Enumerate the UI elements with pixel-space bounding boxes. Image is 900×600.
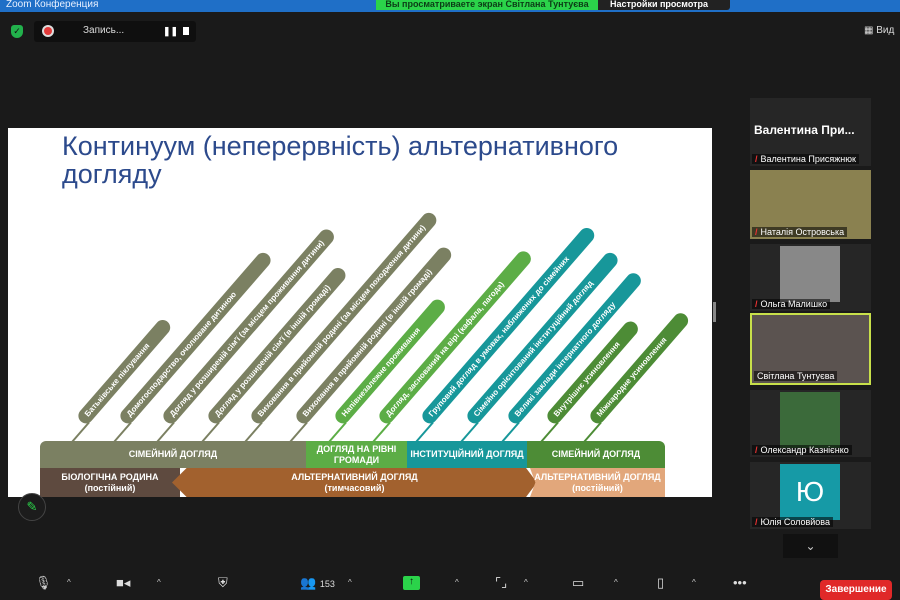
mic-muted-icon: /	[755, 299, 758, 309]
participant-tile[interactable]: / Наталія Островська	[750, 170, 871, 239]
mic-muted-icon: /	[755, 517, 758, 527]
participant-name: / Юлія Соловйова	[752, 517, 833, 527]
bar-alt-permanent: АЛЬТЕРНАТИВНИЙ ДОГЛЯД (постійний)	[530, 468, 665, 497]
participant-avatar: Ю	[780, 464, 840, 520]
participant-tile[interactable]: / Олександр Казнієнко	[750, 390, 871, 457]
slide-title: Континуум (неперервність) альтернативног…	[62, 131, 619, 189]
audio-options-caret[interactable]: ^	[67, 578, 71, 587]
reactions-button[interactable]: ⌜⌟	[495, 575, 507, 591]
mic-muted-icon: /	[755, 154, 758, 164]
security-icon[interactable]: ⛨	[218, 575, 228, 591]
panel-resize-handle[interactable]	[713, 302, 716, 322]
mic-muted-icon: /	[755, 445, 758, 455]
mic-muted-icon: /	[755, 227, 758, 237]
record-icon	[44, 27, 52, 35]
participant-photo	[780, 392, 840, 448]
participant-big-name: Валентина При...	[754, 123, 855, 137]
alt-temp-label: АЛЬТЕРНАТИВНИЙ ДОГЛЯД	[291, 471, 418, 482]
notes-caret[interactable]: ^	[692, 578, 696, 587]
share-screen-button[interactable]: ↑	[403, 576, 420, 590]
share-caret[interactable]: ^	[455, 578, 459, 587]
bar-alt-temporary: АЛЬТЕРНАТИВНИЙ ДОГЛЯД (тимчасовий)	[172, 468, 537, 497]
active-speaker-tile[interactable]: Світлана Тунтуєва	[750, 313, 871, 385]
meeting-toolbar	[0, 565, 900, 600]
view-label: Вид	[876, 25, 895, 36]
reactions-caret[interactable]: ^	[524, 578, 528, 587]
end-meeting-button[interactable]: Завершение	[820, 580, 892, 600]
participant-tile[interactable]: / Ольга Малишко	[750, 244, 871, 311]
view-button[interactable]: ▦ Вид	[864, 25, 894, 36]
video-button[interactable]: ■◂	[116, 575, 130, 591]
alt-perm-sub: (постійний)	[572, 482, 623, 493]
more-button[interactable]: •••	[733, 575, 747, 590]
recording-status: Запись...	[83, 25, 125, 36]
apps-caret[interactable]: ^	[614, 578, 618, 587]
participant-tile[interactable]: Валентина При... / Валентина Присяжнюк	[750, 98, 871, 166]
security-shield-icon[interactable]: ✓	[11, 25, 23, 38]
participants-count: 153	[319, 579, 335, 589]
screen-share-banner: Вы просматриваете экран Світлана Тунтуєв…	[376, 0, 598, 10]
participant-name: / Валентина Присяжнюк	[752, 154, 859, 164]
participant-name: / Ольга Малишко	[752, 299, 831, 309]
bio-family-sub: (постійний)	[84, 482, 136, 493]
mic-muted-button[interactable]: 🎙	[35, 575, 52, 591]
bio-family-label: БІОЛОГІЧНА РОДИНА	[61, 471, 159, 482]
alt-temp-sub: (тимчасовий)	[324, 482, 385, 493]
alt-perm-label: АЛЬТЕРНАТИВНИЙ ДОГЛЯД	[534, 471, 661, 482]
participants-caret[interactable]: ^	[348, 578, 352, 587]
participant-name: Світлана Тунтуєва	[754, 371, 838, 381]
pause-recording-button[interactable]: ❚❚	[163, 26, 178, 37]
notes-button[interactable]: ▯	[657, 575, 664, 591]
participant-name: / Наталія Островська	[752, 227, 848, 237]
bar-family-care-2: СІМЕЙНИЙ ДОГЛЯД	[527, 441, 665, 468]
stop-recording-button[interactable]	[183, 27, 189, 35]
participant-photo	[780, 246, 840, 302]
view-settings-button[interactable]: Настройки просмотра	[598, 0, 730, 10]
apps-button[interactable]: ▭	[572, 575, 584, 591]
bar-family-care: СІМЕЙНИЙ ДОГЛЯД	[40, 441, 306, 468]
bar-community-care: ДОГЛЯД НА РІВНІ ГРОМАДИ	[306, 441, 407, 468]
participant-tile[interactable]: Ю / Юлія Соловйова	[750, 462, 871, 529]
participant-name: / Олександр Казнієнко	[752, 445, 852, 455]
scroll-down-button[interactable]: ⌄	[783, 534, 838, 558]
app-title: Zoom Конференция	[6, 0, 99, 10]
video-options-caret[interactable]: ^	[157, 578, 161, 587]
participants-button[interactable]: 👥 153	[300, 575, 335, 591]
bar-institutional-care: ІНСТИТУЦІЙНИЙ ДОГЛЯД	[407, 441, 527, 468]
annotate-pencil-button[interactable]: ✎	[18, 493, 46, 521]
bar-bio-family: БІОЛОГІЧНА РОДИНА (постійний)	[40, 468, 180, 497]
